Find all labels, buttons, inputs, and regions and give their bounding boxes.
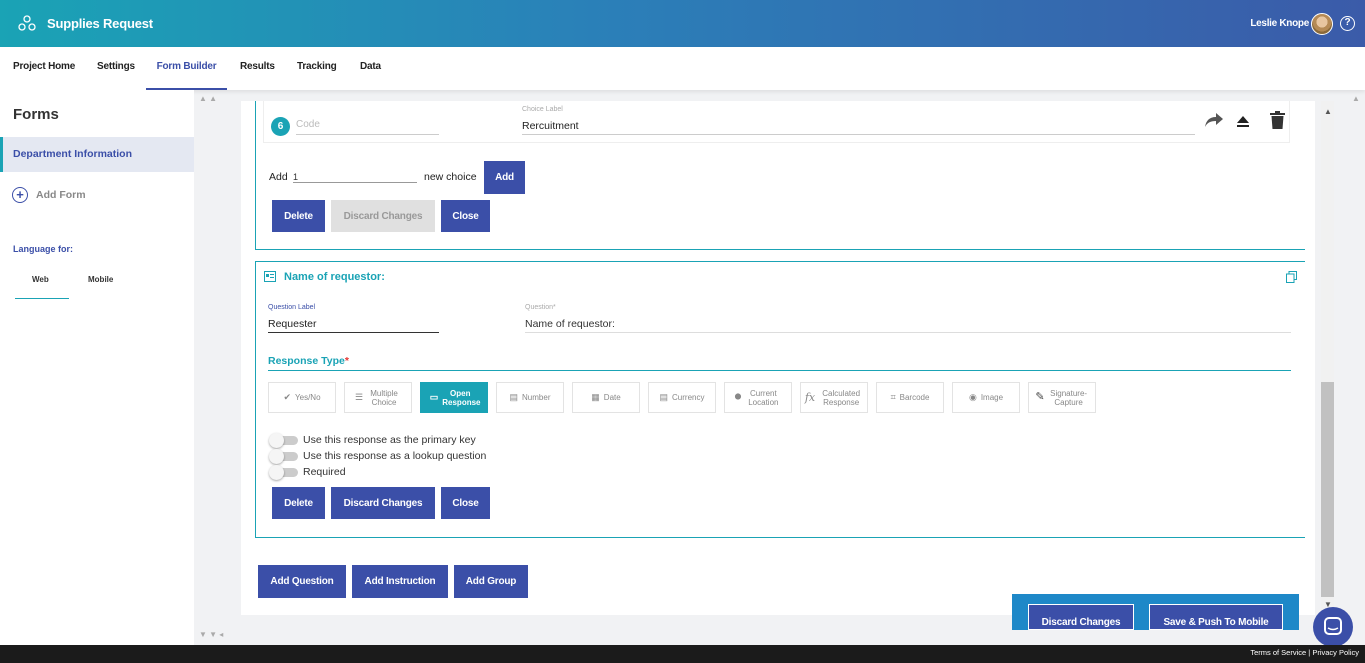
add-question-button[interactable]: Add Question (258, 565, 346, 598)
move-up-icon[interactable] (1237, 116, 1249, 127)
response-type-signature-capture[interactable]: ✎ Signature-Capture (1028, 382, 1096, 413)
response-type-date[interactable]: ▦ Date (572, 382, 640, 413)
avatar[interactable] (1311, 13, 1333, 35)
footer-links: Terms of Service | Privacy Policy (1250, 648, 1359, 657)
terms-link[interactable]: Terms of Service (1250, 648, 1306, 657)
share-arrow-icon[interactable] (1204, 112, 1224, 128)
app-header: Supplies Request Leslie Knope ? (0, 0, 1365, 47)
save-push-mobile-button[interactable]: Save & Push To Mobile (1149, 604, 1283, 630)
scroll-down-icon[interactable]: ▼ ▼ ◂ (199, 630, 223, 639)
response-type-multiple-choice[interactable]: ☰ Multiple Choice (344, 382, 412, 413)
language-for-label: Language for: (13, 244, 73, 254)
add-group-button[interactable]: Add Group (454, 565, 528, 598)
lookup-question-toggle[interactable] (269, 448, 298, 464)
choice-discard-button[interactable]: Discard Changes (331, 200, 435, 232)
primary-key-toggle[interactable] (269, 432, 298, 448)
choice-label-caption: Choice Label (522, 106, 563, 113)
question-discard-button[interactable]: Discard Changes (331, 487, 435, 519)
response-type-currency[interactable]: ▤ Currency (648, 382, 716, 413)
sidebar-item-department-information[interactable]: Department Information (0, 137, 194, 172)
forms-title: Forms (13, 106, 59, 123)
tab-data[interactable]: Data (360, 47, 381, 90)
add-label: Add (269, 171, 288, 183)
lang-tab-mobile[interactable]: Mobile (88, 275, 113, 284)
trash-icon[interactable] (1270, 111, 1285, 129)
response-type-calculated-response[interactable]: fx Calculated Response (800, 382, 868, 413)
add-choice-button[interactable]: Add (484, 161, 525, 194)
response-type-image[interactable]: ◉ Image (952, 382, 1020, 413)
tab-settings[interactable]: Settings (97, 47, 135, 90)
plus-circle-icon: + (12, 187, 28, 203)
response-type-open-response[interactable]: ▭ Open Response (420, 382, 488, 413)
app-logo-icon (18, 14, 36, 33)
question-caption: Question* (525, 304, 556, 311)
choice-number-badge: 6 (271, 117, 290, 136)
response-type-number[interactable]: ▤ Number (496, 382, 564, 413)
camera-icon: ◉ (968, 392, 977, 402)
choice-close-button[interactable]: Close (441, 200, 490, 232)
forms-sidebar: Forms Department Information + Add Form … (0, 90, 194, 645)
tab-project-home[interactable]: Project Home (13, 47, 75, 90)
barcode-icon: ⌗ (890, 392, 896, 402)
content-scroll-up-icon[interactable]: ▲ (1324, 107, 1332, 116)
main-nav: Project Home Settings Form Builder Resul… (0, 47, 1365, 90)
response-type-divider (268, 370, 1291, 371)
question-delete-button[interactable]: Delete (272, 487, 325, 519)
question-card-icon (264, 271, 276, 282)
copy-icon[interactable] (1286, 271, 1297, 283)
app-title: Supplies Request (47, 16, 153, 31)
chat-icon (1324, 617, 1342, 635)
primary-key-toggle-row[interactable]: Use this response as the primary key (269, 432, 476, 448)
question-text-input[interactable]: Name of requestor: (525, 318, 1291, 333)
discard-changes-button[interactable]: Discard Changes (1028, 604, 1134, 630)
calendar-icon: ▦ (591, 392, 600, 402)
text-box-icon: ▭ (429, 392, 439, 402)
chat-button[interactable] (1313, 607, 1353, 647)
question-close-button[interactable]: Close (441, 487, 490, 519)
choice-code-input[interactable]: Code (296, 119, 439, 135)
response-type-label: Response Type* (268, 355, 349, 367)
privacy-link[interactable]: Privacy Policy (1312, 648, 1359, 657)
scroll-up-icon[interactable]: ▲ ▲ (199, 94, 217, 103)
new-choice-label: new choice (424, 171, 477, 183)
fx-icon: fx (804, 391, 816, 404)
response-type-barcode[interactable]: ⌗ Barcode (876, 382, 944, 413)
add-form-label: Add Form (36, 189, 86, 201)
choice-delete-button[interactable]: Delete (272, 200, 325, 232)
tab-results[interactable]: Results (240, 47, 275, 90)
add-choice-count-input[interactable]: 1 (293, 172, 417, 183)
question-label-caption: Question Label (268, 304, 316, 311)
help-icon[interactable]: ? (1340, 16, 1355, 31)
tab-form-builder[interactable]: Form Builder (146, 47, 227, 90)
required-toggle-row[interactable]: Required (269, 464, 346, 480)
page-footer (0, 645, 1365, 663)
user-name[interactable]: Leslie Knope (1250, 18, 1309, 29)
question-label-input[interactable]: Requester (268, 318, 439, 333)
choice-label-input[interactable]: Rercuitment (522, 120, 1195, 135)
number-icon: ▤ (509, 392, 519, 402)
list-icon: ☰ (354, 392, 364, 402)
lang-tab-web[interactable]: Web (32, 275, 49, 284)
tab-tracking[interactable]: Tracking (297, 47, 337, 90)
currency-icon: ▤ (659, 392, 669, 402)
add-instruction-button[interactable]: Add Instruction (352, 565, 448, 598)
content-scrollbar-thumb[interactable] (1321, 382, 1334, 597)
page-scroll-up-icon[interactable]: ▲ (1352, 94, 1360, 103)
yes-no-icon: ✔ (283, 392, 292, 402)
location-pin-icon: ⬤ (734, 394, 742, 400)
lookup-question-toggle-row[interactable]: Use this response as a lookup question (269, 448, 486, 464)
required-toggle[interactable] (269, 464, 298, 480)
add-form-button[interactable]: + Add Form (12, 187, 86, 203)
pen-icon: ✎ (1035, 391, 1045, 403)
response-type-yes-no[interactable]: ✔ Yes/No (268, 382, 336, 413)
question-title: Name of requestor: (284, 271, 385, 283)
response-type-current-location[interactable]: ⬤ Current Location (724, 382, 792, 413)
lang-tab-indicator (15, 298, 69, 299)
